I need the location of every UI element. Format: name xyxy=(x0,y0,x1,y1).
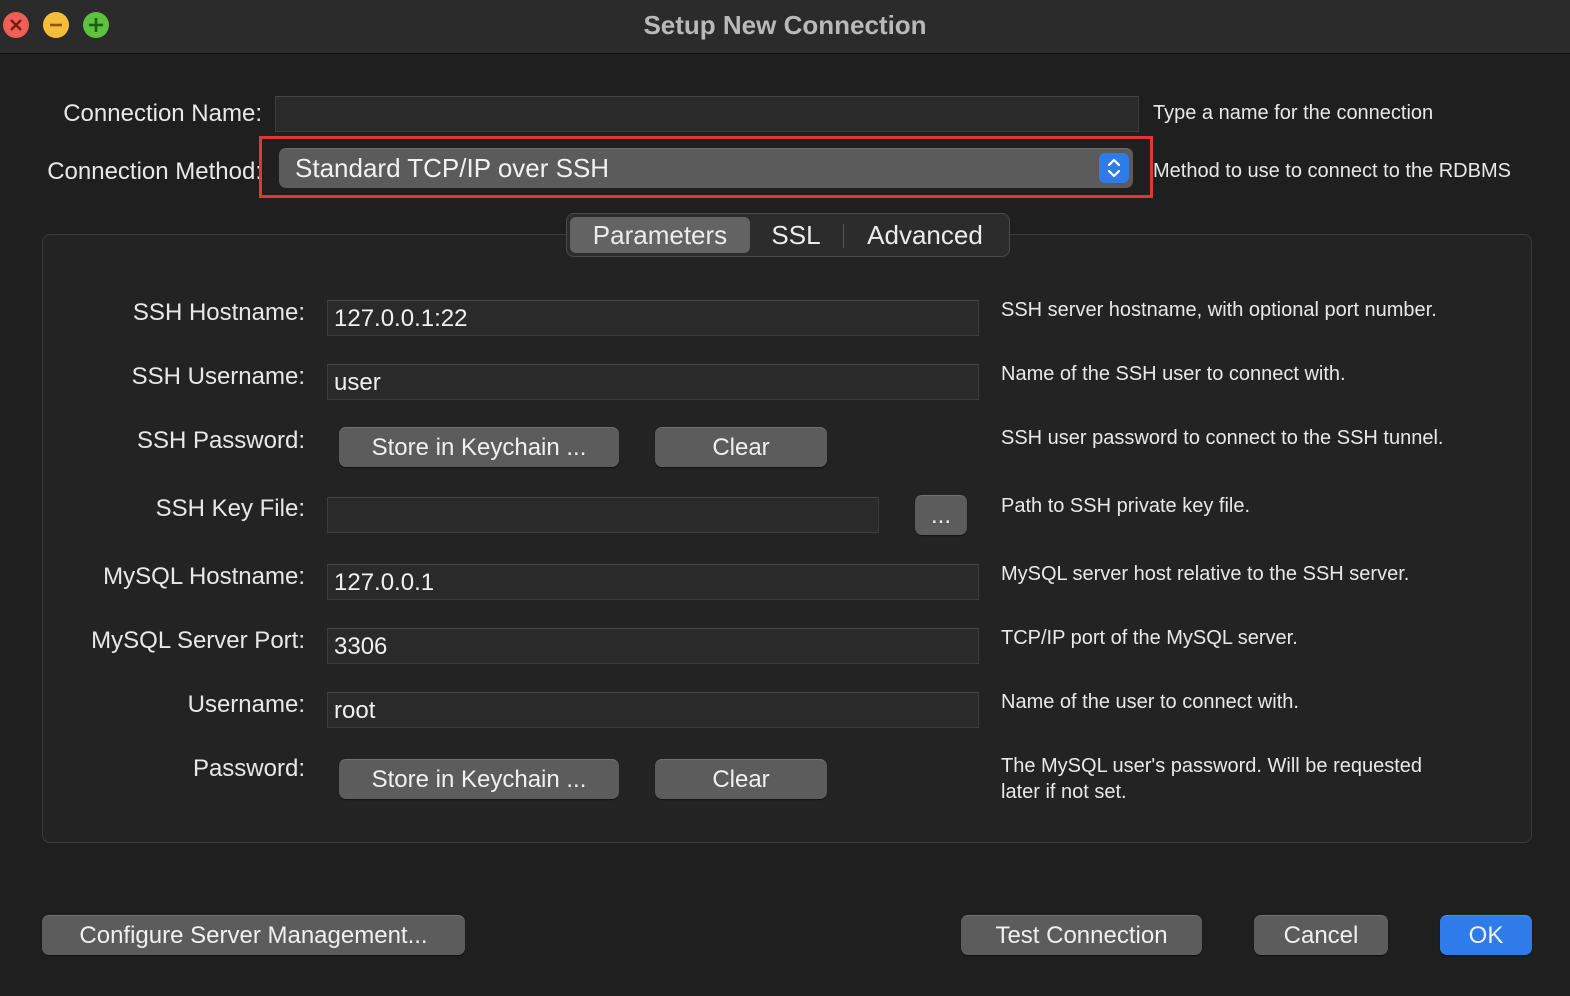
tab-bar: Parameters SSL Advanced xyxy=(566,213,1010,257)
mysql-port-label: MySQL Server Port: xyxy=(91,627,305,654)
mysql-hostname-input[interactable]: 127.0.0.1 xyxy=(327,564,979,600)
connection-name-label: Connection Name: xyxy=(63,100,262,127)
ssh-clear-password-button[interactable]: Clear xyxy=(655,427,827,467)
tab-divider xyxy=(843,224,844,248)
password-help-line1: The MySQL user's password. Will be reque… xyxy=(1001,755,1423,777)
connection-name-input[interactable] xyxy=(275,96,1139,132)
ssh-key-file-browse-button[interactable]: ... xyxy=(915,495,967,535)
window-title: Setup New Connection xyxy=(643,10,927,40)
ssh-password-label: SSH Password: xyxy=(136,427,305,454)
username-label: Username: xyxy=(187,691,305,718)
test-connection-button[interactable]: Test Connection xyxy=(961,915,1202,955)
connection-method-help: Method to use to connect to the RDBMS xyxy=(1153,160,1511,182)
connection-method-select[interactable]: Standard TCP/IP over SSH xyxy=(279,148,1133,188)
mysql-port-help: TCP/IP port of the MySQL server. xyxy=(1001,627,1298,649)
chevron-up-down-icon xyxy=(1107,158,1121,178)
store-keychain-button[interactable]: Store in Keychain ... xyxy=(339,759,619,799)
ssh-username-input[interactable]: user xyxy=(327,364,979,400)
ssh-key-file-label: SSH Key File: xyxy=(155,495,305,522)
ok-button[interactable]: OK xyxy=(1440,915,1532,955)
mysql-hostname-help: MySQL server host relative to the SSH se… xyxy=(1001,563,1410,585)
clear-password-button[interactable]: Clear xyxy=(655,759,827,799)
ssh-key-file-help: Path to SSH private key file. xyxy=(1001,495,1251,517)
connection-method-label: Connection Method: xyxy=(47,158,262,185)
tab-parameters[interactable]: Parameters xyxy=(570,217,750,253)
tab-advanced[interactable]: Advanced xyxy=(845,217,1005,253)
ssh-username-label: SSH Username: xyxy=(131,363,305,390)
ssh-key-file-input[interactable] xyxy=(327,497,879,533)
ssh-hostname-input[interactable]: 127.0.0.1:22 xyxy=(327,300,979,336)
connection-method-value: Standard TCP/IP over SSH xyxy=(295,153,610,183)
mysql-hostname-label: MySQL Hostname: xyxy=(103,563,305,590)
ssh-username-help: Name of the SSH user to connect with. xyxy=(1001,363,1346,385)
ssh-hostname-help: SSH server hostname, with optional port … xyxy=(1001,299,1437,321)
connection-name-help: Type a name for the connection xyxy=(1153,102,1434,124)
select-stepper xyxy=(1099,153,1129,183)
ssh-hostname-label: SSH Hostname: xyxy=(132,299,305,326)
password-help-line2: later if not set. xyxy=(1001,781,1127,803)
username-help: Name of the user to connect with. xyxy=(1001,691,1299,713)
mysql-port-input[interactable]: 3306 xyxy=(327,628,979,664)
username-input[interactable]: root xyxy=(327,692,979,728)
ssh-store-keychain-button[interactable]: Store in Keychain ... xyxy=(339,427,619,467)
configure-server-management-button[interactable]: Configure Server Management... xyxy=(42,915,465,955)
password-label: Password: xyxy=(192,755,305,782)
title-bar: Setup New Connection xyxy=(0,0,1570,54)
ssh-password-help: SSH user password to connect to the SSH … xyxy=(1001,427,1444,449)
cancel-button[interactable]: Cancel xyxy=(1254,915,1388,955)
tab-ssl[interactable]: SSL xyxy=(751,217,841,253)
